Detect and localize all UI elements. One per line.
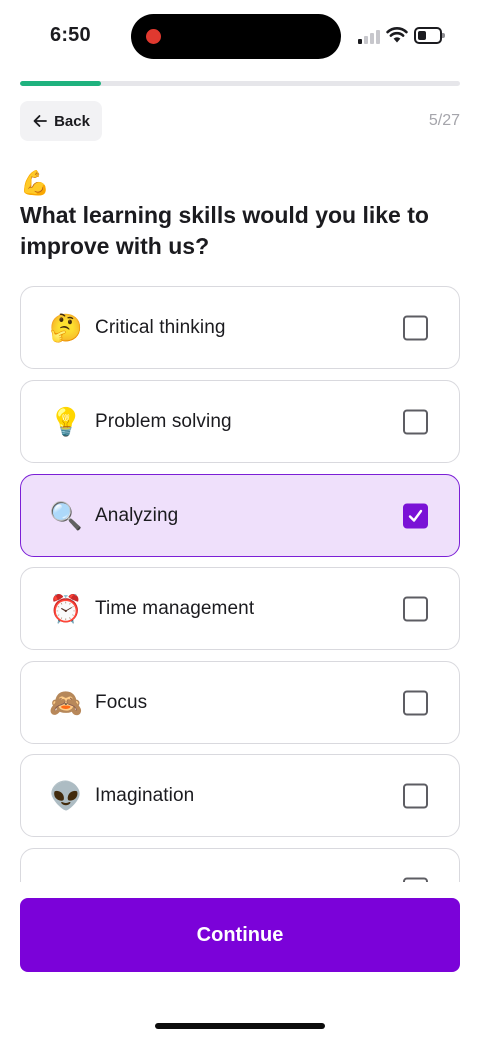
see-no-evil-monkey-icon: 🙈 xyxy=(49,687,83,718)
battery-icon xyxy=(414,27,445,44)
progress-fill xyxy=(20,81,102,86)
checkmark-icon xyxy=(408,509,423,522)
option-time-management[interactable]: ⏰ Time management xyxy=(20,567,460,650)
option-checkbox[interactable] xyxy=(403,596,428,621)
dynamic-island xyxy=(131,14,341,59)
onboarding-progress-bar xyxy=(20,81,460,86)
arrow-left-icon xyxy=(33,115,47,127)
recording-indicator-icon xyxy=(146,29,161,44)
option-partially-visible[interactable] xyxy=(20,848,460,882)
option-critical-thinking[interactable]: 🤔 Critical thinking xyxy=(20,286,460,369)
option-label: Focus xyxy=(95,691,148,713)
wifi-icon xyxy=(386,27,408,43)
back-button[interactable]: Back xyxy=(20,101,102,141)
status-time: 6:50 xyxy=(50,24,91,46)
option-checkbox[interactable] xyxy=(403,690,428,715)
option-focus[interactable]: 🙈 Focus xyxy=(20,661,460,744)
option-label: Analyzing xyxy=(95,504,179,526)
option-label: Critical thinking xyxy=(95,316,226,338)
skills-options-list[interactable]: 🤔 Critical thinking 💡 Problem solving 🔍 … xyxy=(0,286,480,882)
option-checkbox[interactable] xyxy=(403,877,428,882)
question-title: What learning skills would you like to i… xyxy=(20,202,429,259)
option-checkbox-checked[interactable] xyxy=(403,503,428,528)
cellular-signal-icon xyxy=(358,29,380,44)
option-label: Time management xyxy=(95,597,255,619)
step-counter: 5/27 xyxy=(428,112,460,129)
option-imagination[interactable]: 👽 Imagination xyxy=(20,754,460,837)
status-bar: 6:50 xyxy=(0,0,480,72)
option-checkbox[interactable] xyxy=(403,783,428,808)
continue-button[interactable]: Continue xyxy=(20,898,460,972)
flexed-biceps-icon: 💪 xyxy=(20,170,50,197)
alien-icon: 👽 xyxy=(49,780,83,811)
option-checkbox[interactable] xyxy=(403,315,428,340)
option-checkbox[interactable] xyxy=(403,409,428,434)
magnifying-glass-icon: 🔍 xyxy=(49,500,83,531)
alarm-clock-icon: ⏰ xyxy=(49,593,83,624)
option-problem-solving[interactable]: 💡 Problem solving xyxy=(20,380,460,463)
thinking-face-icon: 🤔 xyxy=(49,312,83,343)
option-label: Imagination xyxy=(95,784,195,806)
home-indicator xyxy=(155,1023,325,1029)
option-analyzing[interactable]: 🔍 Analyzing xyxy=(20,474,460,557)
back-button-label: Back xyxy=(54,112,90,130)
light-bulb-icon: 💡 xyxy=(49,406,83,437)
option-label: Problem solving xyxy=(95,410,232,432)
